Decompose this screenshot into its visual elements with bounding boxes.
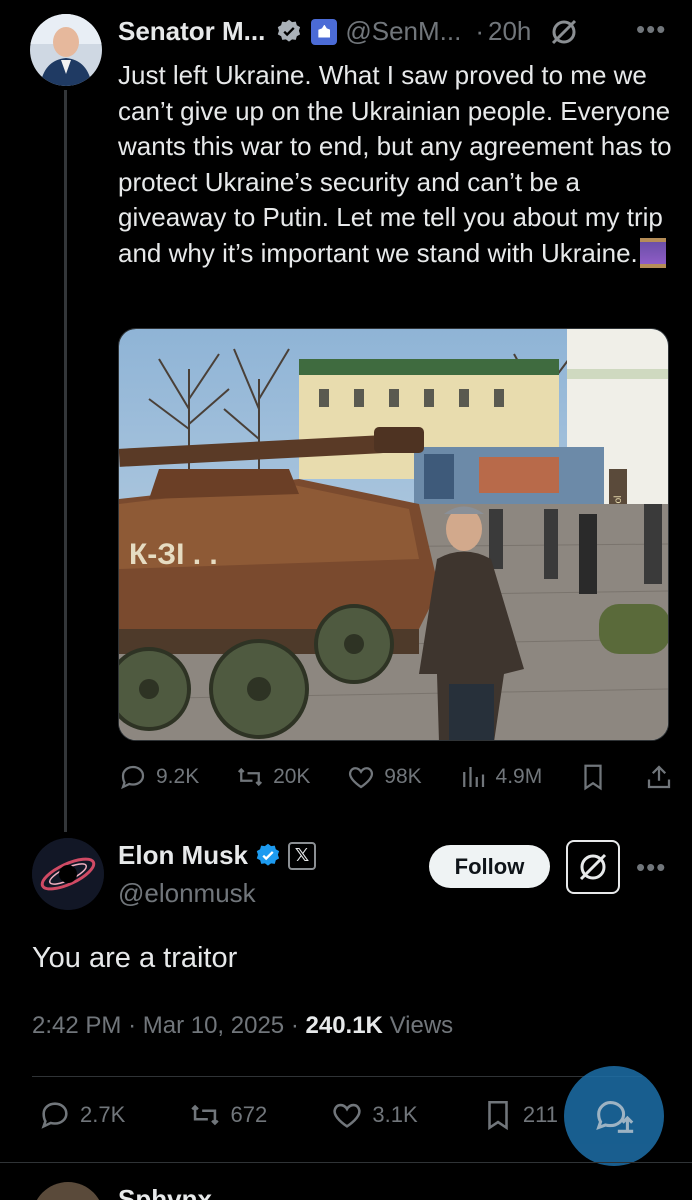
reply-icon bbox=[41, 1102, 68, 1129]
reply-header: Elon Musk 𝕏 bbox=[118, 840, 317, 871]
reply-time[interactable]: 2:42 PM bbox=[32, 1012, 121, 1039]
senator-avatar[interactable] bbox=[30, 14, 102, 86]
share-icon bbox=[647, 765, 671, 789]
more-icon[interactable]: ••• bbox=[636, 14, 666, 45]
repost-count: 672 bbox=[230, 1102, 268, 1127]
bookmark-button[interactable] bbox=[578, 762, 608, 792]
views-count: 4.9M bbox=[495, 765, 543, 788]
x-affiliation-badge: 𝕏 bbox=[288, 841, 317, 870]
compose-reply-button[interactable] bbox=[564, 1066, 664, 1166]
like-button[interactable]: 98K bbox=[346, 762, 422, 792]
verified-icon bbox=[278, 19, 301, 42]
repost-icon bbox=[191, 1104, 220, 1126]
views-button[interactable]: 4.9M bbox=[458, 762, 543, 792]
author-name[interactable]: Senator M... bbox=[118, 16, 265, 47]
tweet-time[interactable]: 20h bbox=[488, 16, 531, 47]
thread-emoji-icon bbox=[639, 237, 666, 268]
reply-text: You are a traitor bbox=[32, 942, 238, 974]
next-tweet-author[interactable]: Sphvnx bbox=[118, 1184, 212, 1200]
separator: · bbox=[475, 16, 485, 46]
repost-count: 20K bbox=[273, 765, 311, 788]
reply-button[interactable]: 2.7K bbox=[38, 1098, 125, 1132]
reply-views-count: 240.1K bbox=[305, 1012, 383, 1039]
repost-icon bbox=[238, 767, 263, 787]
share-button[interactable] bbox=[644, 762, 674, 792]
grok-button[interactable] bbox=[566, 840, 620, 894]
reply-count: 2.7K bbox=[80, 1102, 126, 1127]
tweet-header: Senator M... @SenM... · 20h bbox=[118, 16, 579, 47]
follow-button[interactable]: Follow bbox=[429, 845, 550, 888]
more-icon[interactable]: ••• bbox=[636, 852, 666, 883]
like-icon bbox=[349, 767, 374, 789]
grok-icon[interactable] bbox=[549, 17, 579, 47]
bookmark-icon bbox=[488, 1100, 508, 1131]
thread-connector bbox=[64, 90, 67, 832]
grok-icon bbox=[579, 853, 607, 881]
elonmusk-avatar[interactable] bbox=[32, 838, 104, 910]
repost-button[interactable]: 20K bbox=[235, 762, 310, 792]
reply-author-name[interactable]: Elon Musk bbox=[118, 840, 248, 871]
like-count: 98K bbox=[384, 765, 422, 788]
reply-author-handle[interactable]: @elonmusk bbox=[118, 878, 256, 909]
bookmark-count: 211 bbox=[522, 1102, 558, 1127]
like-count: 3.1K bbox=[372, 1102, 418, 1127]
bookmark-icon bbox=[584, 764, 602, 791]
next-tweet-avatar[interactable] bbox=[32, 1182, 104, 1200]
compose-reply-icon bbox=[596, 1101, 634, 1133]
reply-meta: 2:42 PM · Mar 10, 2025 · 240.1K Views bbox=[32, 1012, 454, 1039]
tweet-media[interactable]: Mariupol К-ЗІ . . bbox=[118, 328, 669, 741]
views-icon bbox=[462, 767, 484, 787]
reply-actions: 2.7K 672 3.1K 211 bbox=[38, 1098, 558, 1132]
tweet-actions: 9.2K 20K 98K 4.9M bbox=[118, 762, 674, 792]
reply-date[interactable]: Mar 10, 2025 bbox=[143, 1012, 284, 1039]
author-handle[interactable]: @SenM... bbox=[345, 16, 461, 47]
divider bbox=[32, 1076, 642, 1077]
reply-count: 9.2K bbox=[156, 765, 200, 788]
repost-button[interactable]: 672 bbox=[188, 1098, 267, 1132]
bookmark-button[interactable]: 211 bbox=[481, 1098, 558, 1132]
tweet-text: Just left Ukraine. What I saw proved to … bbox=[118, 60, 672, 268]
reply-icon bbox=[121, 765, 145, 790]
gov-badge-icon bbox=[311, 18, 338, 45]
svg-text:К-ЗІ . .: К-ЗІ . . bbox=[129, 538, 218, 571]
divider bbox=[0, 1162, 692, 1163]
verified-icon bbox=[256, 843, 280, 866]
like-icon bbox=[333, 1103, 362, 1128]
reply-views-label: Views bbox=[389, 1012, 454, 1039]
reply-button[interactable]: 9.2K bbox=[118, 762, 199, 792]
like-button[interactable]: 3.1K bbox=[330, 1098, 418, 1132]
